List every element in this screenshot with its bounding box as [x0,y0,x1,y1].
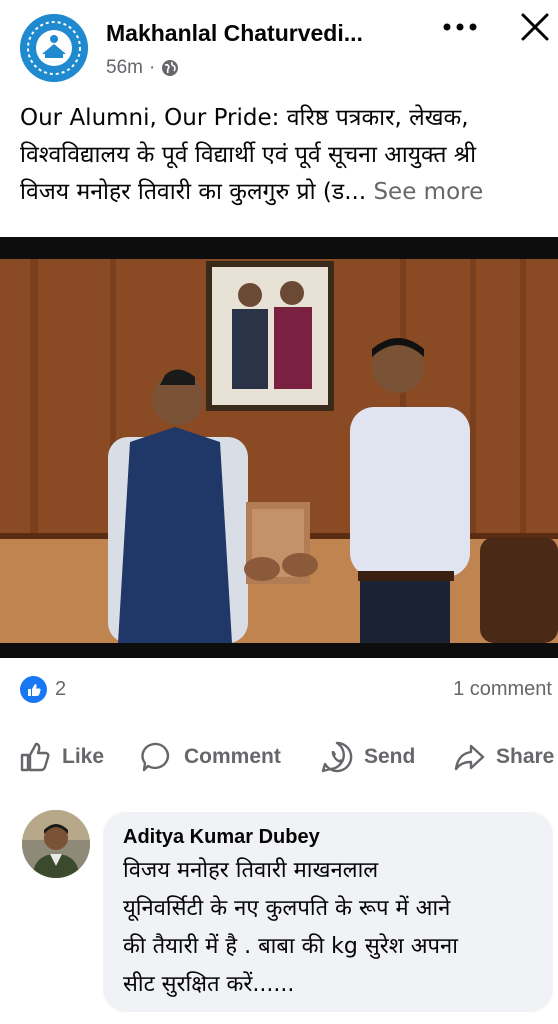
comment-text-line: की तैयारी में है . बाबा की kg सुरेश अपना [123,934,458,959]
thumbs-up-icon [27,683,41,696]
comment-text: विजय मनोहर तिवारी माखनलाल यूनिवर्सिटी के… [123,852,533,1004]
post-actions: Like Comment Send Share [0,734,558,780]
post-text-line: विश्वविद्यालय के पूर्व विद्यार्थी एवं पू… [20,142,477,168]
share-icon [454,744,485,771]
post-photo[interactable] [0,237,558,658]
post-text: Our Alumni, Our Pride: वरिष्ठ पत्रकार, ल… [20,100,552,211]
whatsapp-icon [321,741,353,773]
page-avatar[interactable] [20,14,88,82]
like-icon [20,676,47,703]
close-icon [521,13,549,41]
post-meta: 56m · [106,57,179,79]
reaction-count: 2 [55,678,67,700]
comment-icon [141,742,170,772]
send-button[interactable]: Send [320,734,415,780]
send-label: Send [364,745,416,768]
share-label: Share [496,745,555,768]
post-text-line-last: विजय मनोहर तिवारी का कुलगुरु प्रो (ड... … [20,174,552,211]
more-options-button[interactable] [438,14,482,40]
post-text-line: विजय मनोहर तिवारी का कुलगुरु प्रो (ड... [20,179,367,205]
more-dots-icon [443,23,477,31]
comment-label: Comment [184,745,281,768]
close-button[interactable] [516,8,554,46]
comment-count[interactable]: 1 comment [453,678,552,701]
globe-icon [162,60,179,76]
page-name[interactable]: Makhanlal Chaturvedi... [106,20,363,47]
comment-text-line: सीट सुरक्षित करें...... [123,972,295,997]
university-logo [20,14,88,82]
comment-bubble: Aditya Kumar Dubey विजय मनोहर तिवारी माख… [103,812,553,1012]
like-button[interactable]: Like [18,734,104,780]
comment-text-line: विजय मनोहर तिवारी माखनलाल [123,858,379,883]
share-button[interactable]: Share [452,734,554,780]
comment-text-line: यूनिवर्सिटी के नए कुलपति के रूप में आने [123,896,451,921]
meta-separator: · [148,57,156,78]
like-label: Like [62,745,105,768]
commenter-avatar[interactable] [22,810,90,878]
avatar [22,810,90,878]
post-photo-image [0,237,558,658]
post-text-line: Our Alumni, Our Pride: वरिष्ठ पत्रकार, ल… [20,105,469,131]
post-time[interactable]: 56m [106,57,143,79]
like-outline-icon [20,742,50,772]
comment-button[interactable]: Comment [140,734,281,780]
commenter-name[interactable]: Aditya Kumar Dubey [123,822,533,852]
reactions-summary[interactable]: 2 [20,676,66,703]
see-more-link[interactable]: See more [373,179,483,205]
